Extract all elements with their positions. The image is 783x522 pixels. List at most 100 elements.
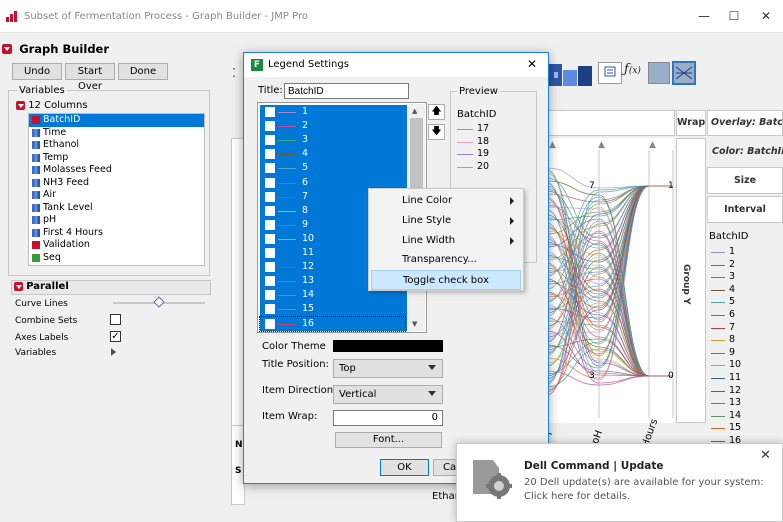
minimize-button[interactable]: — (690, 5, 718, 27)
column-item[interactable]: Seq (29, 252, 204, 265)
graph-legend-item[interactable]: 14 (709, 410, 781, 423)
item-checkbox[interactable] (265, 318, 275, 329)
legend-settings-item[interactable]: 5 (260, 161, 405, 175)
done-button[interactable]: Done (118, 63, 168, 80)
wrap-zone[interactable]: Wrap (676, 110, 706, 136)
dialog-close-button[interactable]: ✕ (527, 57, 537, 71)
graph-legend-item[interactable]: 8 (709, 334, 781, 347)
column-item[interactable]: Validation (29, 239, 204, 252)
title-input[interactable] (284, 83, 409, 99)
parallel-panel-header[interactable]: Parallel (11, 280, 211, 295)
item-checkbox[interactable] (265, 177, 275, 188)
columns-list[interactable]: BatchID Time Ethanol Temp Molasses Feed NH3 F… (28, 113, 205, 266)
variables-expand-icon[interactable] (111, 348, 116, 356)
column-item[interactable]: Time (29, 127, 204, 140)
points-element-icon[interactable]: ⁚ (232, 66, 236, 80)
context-menu-item[interactable]: Line Color (371, 191, 521, 211)
context-menu-item[interactable]: Transparency... (371, 250, 521, 270)
overlay-zone[interactable]: Overlay: BatchID (707, 110, 783, 136)
plot-arrow-2[interactable]: ▲ (598, 140, 605, 150)
context-menu-item[interactable]: Toggle check box (371, 270, 521, 291)
graph-legend-item[interactable]: 11 (709, 372, 781, 385)
legend-settings-item[interactable]: 4 (260, 147, 405, 161)
item-checkbox[interactable] (265, 233, 275, 244)
graph-legend-item[interactable]: 12 (709, 385, 781, 398)
dell-update-notification[interactable]: Dell Command | Update 20 Dell update(s) … (456, 443, 783, 522)
legend-settings-item[interactable]: 3 (260, 133, 405, 147)
item-checkbox[interactable] (265, 149, 275, 160)
ok-button[interactable]: OK (380, 459, 429, 476)
item-wrap-input[interactable]: 0 (333, 410, 443, 426)
size-zone[interactable]: Size (707, 167, 783, 194)
column-item[interactable]: Temp (29, 152, 204, 165)
item-checkbox[interactable] (265, 304, 275, 315)
item-checkbox[interactable] (265, 276, 275, 287)
column-item[interactable]: Molasses Feed (29, 164, 204, 177)
plot-area[interactable] (546, 138, 675, 423)
column-item[interactable]: First 4 Hours (29, 227, 204, 240)
interval-zone[interactable]: Interval (707, 196, 783, 223)
item-checkbox[interactable] (265, 107, 275, 117)
item-checkbox[interactable] (265, 163, 275, 174)
item-checkbox[interactable] (265, 191, 275, 202)
graph-legend-item[interactable]: 13 (709, 397, 781, 410)
column-item[interactable]: Air (29, 189, 204, 202)
graph-legend-item[interactable]: 7 (709, 322, 781, 335)
scroll-down-arrow[interactable]: ▼ (412, 320, 417, 328)
graph-legend-item[interactable]: 15 (709, 422, 781, 435)
maximize-button[interactable]: ☐ (720, 5, 748, 27)
item-checkbox[interactable] (265, 248, 275, 258)
legend-settings-item[interactable]: 2 (260, 119, 405, 133)
column-item[interactable]: BatchID (29, 114, 204, 127)
notification-close-button[interactable]: ✕ (760, 448, 771, 463)
legend-settings-item[interactable]: 1 (260, 105, 405, 119)
graph-legend-item[interactable]: 10 (709, 359, 781, 372)
caption-box-element-icon[interactable] (598, 62, 622, 84)
item-checkbox[interactable] (265, 121, 275, 132)
item-checkbox[interactable] (265, 205, 275, 216)
graph-legend-item[interactable]: 2 (709, 259, 781, 272)
title-position-select[interactable]: Top (333, 359, 443, 378)
font-button[interactable]: Font... (335, 432, 442, 448)
color-zone[interactable]: Color: BatchID (707, 140, 783, 164)
column-item[interactable]: NH3 Feed (29, 177, 204, 190)
graph-legend-item[interactable]: 4 (709, 284, 781, 297)
plot-arrow-3[interactable]: ▲ (649, 140, 656, 150)
column-item[interactable]: pH (29, 214, 204, 227)
start-over-button[interactable]: Start Over (65, 63, 115, 92)
curve-lines-slider-thumb[interactable] (153, 296, 165, 308)
color-theme-swatch[interactable] (333, 340, 443, 352)
combine-sets-checkbox[interactable] (110, 314, 121, 325)
axes-labels-checkbox[interactable]: ✓ (110, 331, 121, 342)
graph-legend-item[interactable]: 5 (709, 296, 781, 309)
parallel-plot-element-icon[interactable] (672, 61, 696, 85)
item-direction-select[interactable]: Vertical (333, 385, 443, 404)
context-menu-item[interactable]: Line Width (371, 231, 521, 251)
graph-legend-item[interactable]: 3 (709, 271, 781, 284)
move-up-button[interactable]: 🡅 (428, 104, 445, 120)
heatmap-element-icon[interactable] (548, 64, 592, 86)
curve-lines-slider[interactable] (113, 296, 205, 308)
group-y-zone[interactable]: Group Y (676, 138, 706, 423)
scroll-up-arrow[interactable]: ▲ (412, 107, 417, 115)
graph-legend-item[interactable]: 1 (709, 246, 781, 259)
move-down-button[interactable]: 🡇 (428, 124, 445, 140)
group-x-zone[interactable] (547, 110, 675, 136)
graph-builder-menu-icon[interactable] (2, 44, 12, 54)
item-checkbox[interactable] (265, 135, 275, 146)
columns-header[interactable]: 12 Columns (16, 100, 206, 114)
graph-legend-item[interactable]: 6 (709, 309, 781, 322)
plot-arrow-1[interactable]: ▲ (549, 140, 556, 150)
column-item[interactable]: Tank Level (29, 202, 204, 215)
column-item[interactable]: Ethanol (29, 139, 204, 152)
item-checkbox[interactable] (265, 262, 275, 273)
close-window-button[interactable]: ✕ (752, 5, 780, 27)
formula-element-icon[interactable]: ƒ(x) (624, 62, 646, 84)
undo-button[interactable]: Undo (12, 63, 62, 80)
graph-legend[interactable]: BatchID 1 2 3 4 5 6 7 8 9 10 11 12 13 14 15 16 (707, 228, 783, 446)
legend-settings-item[interactable]: 15 (260, 302, 405, 316)
item-checkbox[interactable] (265, 219, 275, 230)
context-menu-item[interactable]: Line Style (371, 211, 521, 231)
item-checkbox[interactable] (265, 290, 275, 301)
legend-settings-item[interactable]: 16 (259, 315, 406, 332)
